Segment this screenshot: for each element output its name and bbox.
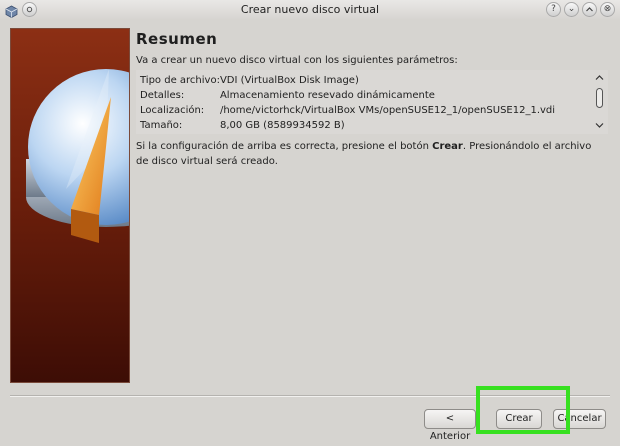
summary-key: Tamaño: xyxy=(140,120,183,131)
summary-scrollbar[interactable] xyxy=(594,72,606,132)
title-bar: Crear nuevo disco virtual ? ⌄ ⊗ xyxy=(0,0,620,20)
back-button[interactable]: < Anterior xyxy=(424,409,476,442)
summary-intro: Va a crear un nuevo disco virtual con lo… xyxy=(136,55,458,66)
summary-row: Detalles: Almacenamiento resevado dinámi… xyxy=(140,88,555,103)
page-heading: Resumen xyxy=(136,30,218,48)
summary-key: Detalles: xyxy=(140,90,185,101)
summary-key: Tipo de archivo: xyxy=(140,75,220,86)
summary-value: 8,00 GB (8589934592 B) xyxy=(219,120,345,131)
scroll-up-icon[interactable] xyxy=(595,74,604,84)
wizard-side-image xyxy=(10,28,130,383)
summary-box: Tipo de archivo: VDI (VirtualBox Disk Im… xyxy=(136,70,608,134)
scroll-down-icon[interactable] xyxy=(595,122,604,132)
close-button[interactable]: ⊗ xyxy=(600,2,615,17)
help-button[interactable]: ? xyxy=(546,2,561,17)
summary-value: Almacenamiento resevado dinámicamente xyxy=(219,90,435,101)
minimize-button[interactable]: ⌄ xyxy=(564,2,579,17)
summary-value: VDI (VirtualBox Disk Image) xyxy=(219,75,359,86)
summary-row: Tipo de archivo: VDI (VirtualBox Disk Im… xyxy=(140,73,555,88)
scroll-thumb[interactable] xyxy=(596,88,603,108)
summary-table: Tipo de archivo: VDI (VirtualBox Disk Im… xyxy=(140,73,555,133)
confirm-message: Si la configuración de arriba es correct… xyxy=(136,139,606,169)
confirm-text-bold: Crear xyxy=(432,141,463,152)
window-title: Crear nuevo disco virtual xyxy=(240,3,380,16)
summary-key: Localización: xyxy=(140,105,205,116)
summary-row: Tamaño: 8,00 GB (8589934592 B) xyxy=(140,118,555,133)
summary-value: /home/victorhck/VirtualBox VMs/openSUSE1… xyxy=(219,105,556,116)
summary-row: Localización: /home/victorhck/VirtualBox… xyxy=(140,103,555,118)
maximize-button[interactable] xyxy=(582,2,597,17)
disk-pie-icon xyxy=(26,69,129,243)
highlight-box xyxy=(476,386,570,434)
confirm-text-part1: Si la configuración de arriba es correct… xyxy=(136,141,429,152)
